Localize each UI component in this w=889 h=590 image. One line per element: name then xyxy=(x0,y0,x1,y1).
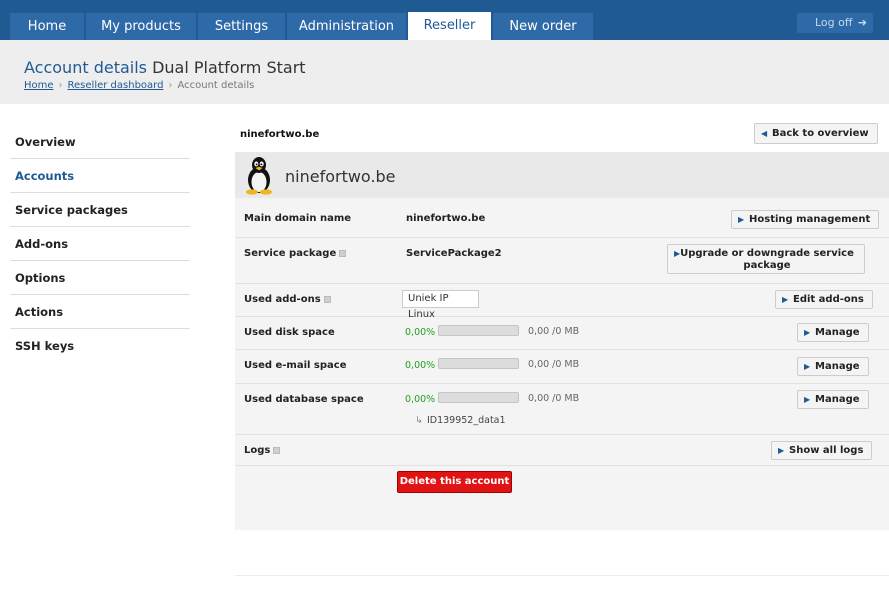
manage-disk-space-label: Manage xyxy=(815,327,860,338)
row-used-email-space: Used e-mail space 0,00% 0,00 /0 MB ▶ Man… xyxy=(235,350,889,384)
service-package-label: Service package xyxy=(244,248,347,259)
back-to-overview-button[interactable]: ◀ Back to overview xyxy=(754,123,878,144)
tab-new-order[interactable]: New order xyxy=(493,13,593,40)
triangle-right-icon: ▶ xyxy=(782,295,789,304)
service-package-label-text: Service package xyxy=(244,248,337,259)
tab-my-products[interactable]: My products xyxy=(86,13,196,40)
logs-label: Logs xyxy=(244,445,281,456)
delete-account-button[interactable]: Delete this account xyxy=(397,471,512,493)
service-package-value: ServicePackage2 xyxy=(406,248,502,259)
page-header: Account details Dual Platform Start Home… xyxy=(0,40,889,104)
add-on-tag: Uniek IP Linux xyxy=(402,290,479,320)
database-usage-bar xyxy=(438,392,519,403)
account-panel-header: ninefortwo.be xyxy=(235,152,889,198)
used-add-ons-label: Used add-ons xyxy=(244,294,331,305)
sub-item-arrow-icon: ↳ xyxy=(415,415,423,426)
log-off-label: Log off xyxy=(815,16,853,29)
database-entry: ↳ ID139952_data1 xyxy=(415,415,506,426)
triangle-right-icon: ▶ xyxy=(738,215,745,224)
triangle-right-icon: ▶ xyxy=(674,249,681,258)
email-usage-percent: 0,00% xyxy=(405,360,436,371)
disk-usage-percent: 0,00% xyxy=(405,327,436,338)
tux-linux-icon xyxy=(246,157,272,195)
tab-settings[interactable]: Settings xyxy=(198,13,285,40)
triangle-right-icon: ▶ xyxy=(804,328,811,337)
arrow-right-icon: ➜ xyxy=(857,16,867,29)
sidebar-item-ssh-keys[interactable]: SSH keys xyxy=(10,329,190,363)
disk-usage-bar xyxy=(438,325,519,336)
breadcrumb-separator-icon: › xyxy=(168,80,173,91)
tab-home[interactable]: Home xyxy=(10,13,84,40)
upgrade-downgrade-button[interactable]: ▶ Upgrade or downgrade service package xyxy=(667,244,865,274)
upgrade-downgrade-label-line1: Upgrade or downgrade service xyxy=(680,248,854,259)
row-service-package: Service package ServicePackage2 ▶ Upgrad… xyxy=(235,238,889,284)
triangle-left-icon: ◀ xyxy=(761,129,768,138)
row-used-add-ons: Used add-ons Uniek IP Linux ▶ Edit add-o… xyxy=(235,284,889,320)
sidebar-item-accounts[interactable]: Accounts xyxy=(10,159,190,193)
divider xyxy=(235,575,889,576)
top-navigation: Home My products Settings Administration… xyxy=(0,0,889,40)
sidebar-item-overview[interactable]: Overview xyxy=(10,125,190,159)
main-domain-value: ninefortwo.be xyxy=(406,213,486,224)
disk-usage-amount: 0,00 /0 MB xyxy=(528,326,580,337)
domain-label: ninefortwo.be xyxy=(240,129,320,140)
sidebar: Overview Accounts Service packages Add-o… xyxy=(10,125,190,363)
page-title-main: Account details xyxy=(24,58,147,77)
manage-database-space-button[interactable]: ▶ Manage xyxy=(797,390,869,409)
used-database-space-label: Used database space xyxy=(244,394,364,405)
upgrade-downgrade-label-line2: package xyxy=(743,260,791,271)
breadcrumb-current: Account details xyxy=(177,80,255,91)
info-icon[interactable] xyxy=(339,249,347,257)
email-usage-bar xyxy=(438,358,519,369)
used-disk-space-label: Used disk space xyxy=(244,327,335,338)
breadcrumb-separator-icon: › xyxy=(58,80,63,91)
back-to-overview-label: Back to overview xyxy=(772,128,869,139)
manage-database-space-label: Manage xyxy=(815,394,860,405)
edit-add-ons-button[interactable]: ▶ Edit add-ons xyxy=(775,290,873,309)
manage-email-space-label: Manage xyxy=(815,361,860,372)
breadcrumb-home[interactable]: Home xyxy=(24,80,54,91)
sidebar-item-options[interactable]: Options xyxy=(10,261,190,295)
hosting-management-button[interactable]: ▶ Hosting management xyxy=(731,210,880,229)
log-off-button[interactable]: Log off ➜ xyxy=(797,13,873,33)
sidebar-item-actions[interactable]: Actions xyxy=(10,295,190,329)
sidebar-item-add-ons[interactable]: Add-ons xyxy=(10,227,190,261)
logs-label-text: Logs xyxy=(244,445,271,456)
info-icon[interactable] xyxy=(273,446,281,454)
breadcrumb-reseller-dashboard[interactable]: Reseller dashboard xyxy=(68,80,164,91)
edit-add-ons-label: Edit add-ons xyxy=(793,294,864,305)
used-add-ons-label-text: Used add-ons xyxy=(244,294,321,305)
row-logs: Logs ▶ Show all logs xyxy=(235,435,889,466)
page-title-sub: Dual Platform Start xyxy=(152,58,306,77)
main-domain-label: Main domain name xyxy=(244,213,352,224)
show-all-logs-button[interactable]: ▶ Show all logs xyxy=(771,441,873,460)
account-details-table: Main domain name ninefortwo.be ▶ Hosting… xyxy=(235,198,889,530)
triangle-right-icon: ▶ xyxy=(778,446,785,455)
tab-administration[interactable]: Administration xyxy=(287,13,406,40)
panel-title: ninefortwo.be xyxy=(285,167,396,186)
row-main-domain: Main domain name ninefortwo.be ▶ Hosting… xyxy=(235,198,889,238)
database-usage-percent: 0,00% xyxy=(405,394,436,405)
show-all-logs-label: Show all logs xyxy=(789,445,864,456)
triangle-right-icon: ▶ xyxy=(804,395,811,404)
page-title: Account details Dual Platform Start xyxy=(24,58,306,77)
hosting-management-label: Hosting management xyxy=(749,214,871,225)
row-used-disk-space: Used disk space 0,00% 0,00 /0 MB ▶ Manag… xyxy=(235,317,889,350)
sidebar-item-service-packages[interactable]: Service packages xyxy=(10,193,190,227)
manage-disk-space-button[interactable]: ▶ Manage xyxy=(797,323,869,342)
database-usage-amount: 0,00 /0 MB xyxy=(528,393,580,404)
row-used-database-space: Used database space 0,00% 0,00 /0 MB ▶ M… xyxy=(235,384,889,435)
manage-email-space-button[interactable]: ▶ Manage xyxy=(797,357,869,376)
email-usage-amount: 0,00 /0 MB xyxy=(528,359,580,370)
tab-reseller[interactable]: Reseller xyxy=(408,12,491,40)
triangle-right-icon: ▶ xyxy=(804,362,811,371)
database-name: ID139952_data1 xyxy=(426,415,506,426)
info-icon[interactable] xyxy=(323,295,331,303)
used-email-space-label: Used e-mail space xyxy=(244,360,347,371)
breadcrumb: Home › Reseller dashboard › Account details xyxy=(24,80,254,91)
